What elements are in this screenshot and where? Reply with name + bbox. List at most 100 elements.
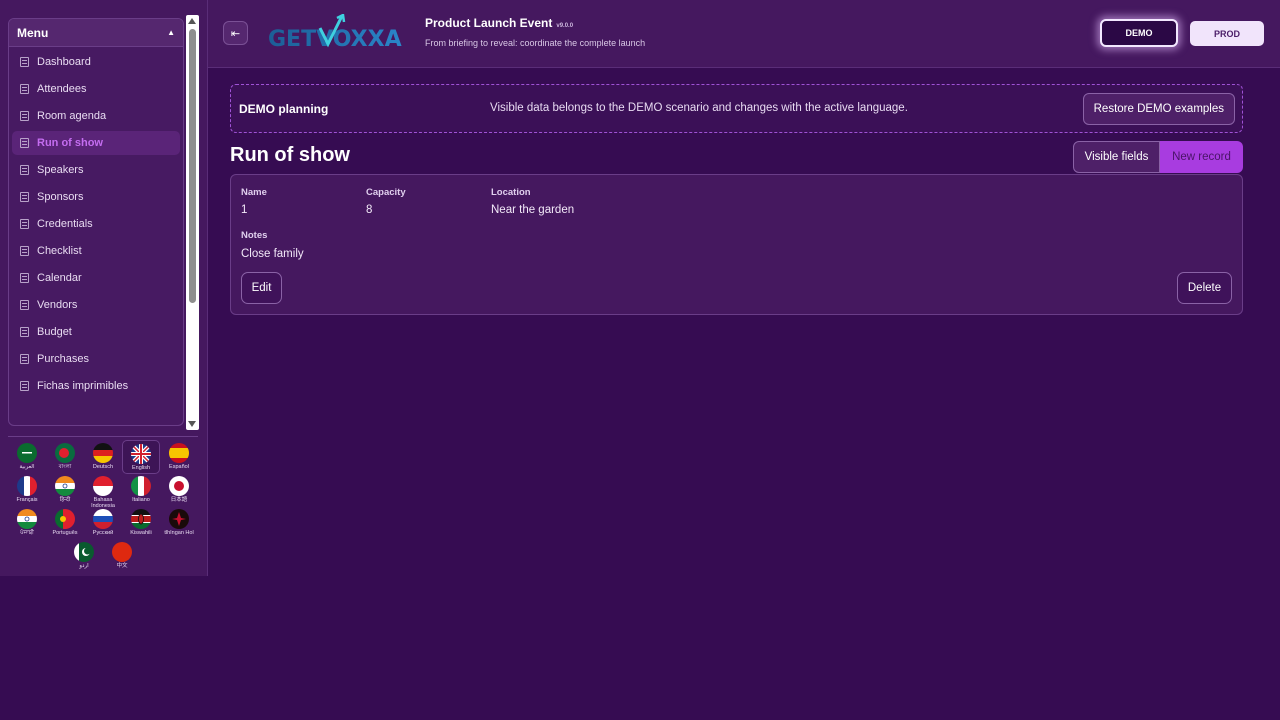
- location-label: Location: [491, 187, 531, 198]
- restore-demo-button[interactable]: Restore DEMO examples: [1082, 93, 1235, 125]
- scenario-description: Visible data belongs to the DEMO scenari…: [490, 102, 908, 114]
- sidebar-item-label: Checklist: [37, 245, 82, 257]
- scroll-down-icon[interactable]: [188, 421, 196, 427]
- sidebar-item-purchases[interactable]: Purchases: [12, 347, 180, 371]
- kenya-flag-icon: [131, 509, 151, 529]
- sidebar-item-label: Budget: [37, 326, 72, 338]
- india-flag-icon: [55, 476, 75, 496]
- sidebar-item-run-of-show[interactable]: Run of show: [12, 131, 180, 155]
- language-option[interactable]: العربية: [8, 440, 46, 474]
- language-option[interactable]: 日本語: [160, 473, 198, 507]
- language-option[interactable]: Français: [8, 473, 46, 507]
- sidebar-item-label: Run of show: [37, 137, 103, 149]
- language-option[interactable]: Deutsch: [84, 440, 122, 474]
- language-option[interactable]: Español: [160, 440, 198, 474]
- sidebar-item-room-agenda[interactable]: Room agenda: [12, 104, 180, 128]
- language-option[interactable]: tlhIngan Hol: [160, 506, 198, 540]
- language-option[interactable]: Kiswahili: [122, 506, 160, 540]
- sidebar-item-label: Fichas imprimibles: [37, 380, 129, 392]
- name-label: Name: [241, 187, 267, 198]
- uk-flag-icon: [131, 444, 151, 464]
- germany-flag-icon: [93, 443, 113, 463]
- sidebar-item-vendors[interactable]: Vendors: [12, 293, 180, 317]
- language-label: हिन्दी: [59, 497, 71, 503]
- saudi-arabia-flag-icon: [17, 443, 37, 463]
- language-label: 中文: [116, 563, 128, 569]
- menu-header[interactable]: Menu ▲: [9, 19, 183, 47]
- sidebar-item-sponsors[interactable]: Sponsors: [12, 185, 180, 209]
- sidebar-item-label: Speakers: [37, 164, 84, 176]
- capacity-value: 8: [366, 204, 373, 216]
- version-badge: v9.0.0: [556, 23, 574, 29]
- portugal-flag-icon: [55, 509, 75, 529]
- new-record-button[interactable]: New record: [1160, 141, 1243, 173]
- italy-flag-icon: [131, 476, 151, 496]
- event-title: Product Launch Event v9.0.0: [425, 16, 573, 30]
- edit-button[interactable]: Edit: [241, 272, 282, 304]
- language-option[interactable]: English: [122, 440, 160, 474]
- visible-fields-button[interactable]: Visible fields: [1073, 141, 1160, 173]
- page-title: Run of show: [230, 144, 350, 166]
- sidebar-item-speakers[interactable]: Speakers: [12, 158, 180, 182]
- language-label: Русский: [92, 530, 114, 536]
- sidebar-item-label: Purchases: [37, 353, 89, 365]
- language-label: বাংলা: [58, 464, 72, 470]
- collapse-menu-icon: ⇤: [230, 27, 241, 40]
- divider: [8, 436, 198, 437]
- document-icon: [20, 246, 29, 256]
- language-option[interactable]: हिन्दी: [46, 473, 84, 507]
- language-label: Français: [16, 497, 38, 503]
- scenario-title: DEMO planning: [239, 102, 329, 116]
- klingon-flag-icon: [169, 509, 189, 529]
- demo-env-button[interactable]: DEMO: [1100, 19, 1178, 47]
- sidebar-item-credentials[interactable]: Credentials: [12, 212, 180, 236]
- language-label: العربية: [19, 464, 35, 470]
- notes-value: Close family: [241, 248, 304, 260]
- scroll-up-icon[interactable]: [188, 18, 196, 24]
- language-label: Kiswahili: [130, 530, 152, 536]
- scenario-banner: DEMO planning Visible data belongs to th…: [230, 84, 1243, 133]
- language-option[interactable]: বাংলা: [46, 440, 84, 474]
- language-option[interactable]: ਪੰਜਾਬੀ: [8, 506, 46, 540]
- delete-button[interactable]: Delete: [1177, 272, 1232, 304]
- sidebar-item-dashboard[interactable]: Dashboard: [12, 50, 180, 74]
- language-option[interactable]: Русский: [84, 506, 122, 540]
- sidebar-item-label: Room agenda: [37, 110, 107, 122]
- sidebar-item-budget[interactable]: Budget: [12, 320, 180, 344]
- document-icon: [20, 57, 29, 67]
- language-label: 日本語: [170, 497, 188, 503]
- document-icon: [20, 327, 29, 337]
- language-option[interactable]: Bahasa Indonesia: [84, 473, 122, 509]
- language-label: ਪੰਜਾਬੀ: [20, 530, 34, 536]
- scroll-thumb[interactable]: [189, 29, 196, 303]
- prod-env-button[interactable]: PROD: [1190, 21, 1264, 46]
- india-flag-icon: [17, 509, 37, 529]
- top-bar: ⇤ GETVOXXA Product Launch Event v9.0.0 Fr…: [208, 0, 1280, 68]
- sidebar-item-attendees[interactable]: Attendees: [12, 77, 180, 101]
- document-icon: [20, 354, 29, 364]
- sidebar-item-calendar[interactable]: Calendar: [12, 266, 180, 290]
- capacity-label: Capacity: [366, 187, 406, 198]
- language-option[interactable]: اردو: [65, 539, 103, 573]
- document-icon: [20, 111, 29, 121]
- sidebar-item-label: Credentials: [37, 218, 93, 230]
- sidebar-item-label: Vendors: [37, 299, 78, 311]
- sidebar-item-fichas-imprimibles[interactable]: Fichas imprimibles: [12, 374, 180, 398]
- collapse-caret-icon[interactable]: ▲: [167, 28, 175, 37]
- name-value: 1: [241, 204, 248, 216]
- china-flag-icon: [112, 542, 132, 562]
- document-icon: [20, 273, 29, 283]
- sidebar-item-checklist[interactable]: Checklist: [12, 239, 180, 263]
- indonesia-flag-icon: [93, 476, 113, 496]
- notes-label: Notes: [241, 230, 268, 241]
- event-title-text: Product Launch Event: [425, 16, 553, 30]
- collapse-sidebar-button[interactable]: ⇤: [223, 21, 248, 45]
- bangladesh-flag-icon: [55, 443, 75, 463]
- language-label: tlhIngan Hol: [164, 530, 194, 536]
- sidebar-scrollbar[interactable]: [186, 15, 199, 430]
- japan-flag-icon: [169, 476, 189, 496]
- sidebar-item-label: Calendar: [37, 272, 82, 284]
- language-option[interactable]: Italiano: [122, 473, 160, 507]
- language-option[interactable]: Português: [46, 506, 84, 540]
- language-option[interactable]: 中文: [103, 539, 141, 573]
